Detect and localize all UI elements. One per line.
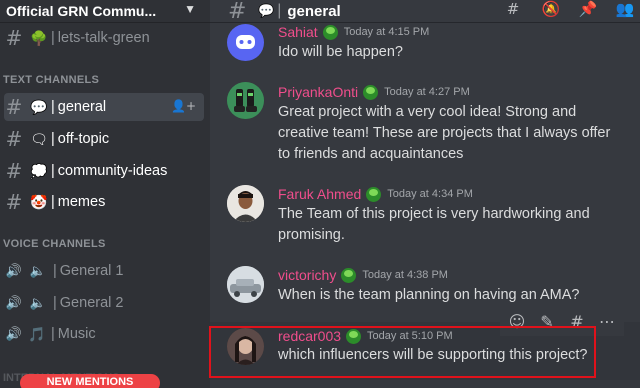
channel-label: community-ideas bbox=[57, 163, 168, 179]
avatar[interactable] bbox=[227, 82, 264, 119]
hash-icon: # bbox=[228, 0, 247, 24]
speaker-icon: 🔊 bbox=[5, 295, 23, 311]
hash-icon: # bbox=[5, 190, 23, 214]
channel-label: Music bbox=[57, 326, 96, 342]
channel-label: off-topic bbox=[57, 131, 110, 147]
channel-sidebar: Official GRN Commu... ▼ # 🌳 | lets-talk-… bbox=[0, 0, 210, 388]
boots-avatar-icon bbox=[227, 82, 264, 119]
person-avatar-icon bbox=[227, 185, 264, 222]
hash-icon: # bbox=[5, 95, 23, 119]
tree-badge-icon bbox=[366, 186, 382, 202]
server-header[interactable]: Official GRN Commu... ▼ bbox=[0, 0, 210, 22]
message-text: The Team of this project is very hardwor… bbox=[278, 206, 590, 243]
tree-badge-icon bbox=[363, 84, 379, 100]
channel-lets-talk-green[interactable]: # 🌳 | lets-talk-green bbox=[4, 24, 204, 52]
new-mentions-button[interactable]: NEW MENTIONS bbox=[20, 374, 160, 388]
message-text: When is the team planning on having an A… bbox=[278, 287, 580, 303]
voice-channel-general-1[interactable]: 🔊 🔈 | General 1 bbox=[4, 257, 204, 285]
channel-general[interactable]: # 💬 | general 👤+ bbox=[4, 93, 204, 121]
timestamp: Today at 4:27 PM bbox=[384, 86, 470, 98]
speaker-icon: 🔊 bbox=[5, 263, 23, 279]
channel-header: # 💬 | general # 🔕 📌 👥 bbox=[210, 0, 640, 24]
thought-bubble-emoji: 💭 bbox=[30, 162, 48, 179]
add-user-icon[interactable]: 👤+ bbox=[171, 99, 196, 113]
hash-icon: # bbox=[5, 127, 23, 151]
avatar[interactable] bbox=[227, 266, 264, 303]
timestamp: Today at 4:38 PM bbox=[362, 269, 448, 281]
channel-label: lets-talk-green bbox=[57, 30, 150, 46]
category-text-channels[interactable]: TEXT CHANNELS bbox=[3, 74, 99, 86]
threads-icon[interactable]: # bbox=[502, 0, 524, 20]
separator: | bbox=[51, 131, 55, 147]
voice-channel-general-2[interactable]: 🔊 🔈 | General 2 bbox=[4, 289, 204, 317]
message-meta: Sahiat Today at 4:15 PM bbox=[278, 24, 429, 40]
pin-icon[interactable]: 📌 bbox=[577, 0, 599, 20]
left-speech-bubble-emoji: 🗨 bbox=[30, 130, 48, 147]
separator: | bbox=[277, 2, 282, 19]
username[interactable]: PriyankaOnti bbox=[278, 84, 358, 100]
message-text: Ido will be happen? bbox=[278, 44, 403, 60]
discord-logo-icon bbox=[236, 35, 255, 49]
speaker-icon: 🔈 bbox=[29, 263, 47, 279]
hash-icon: # bbox=[5, 26, 23, 50]
hash-icon: # bbox=[5, 159, 23, 183]
tree-badge-icon bbox=[322, 24, 338, 40]
message-text: Great project with a very cool idea! Str… bbox=[278, 104, 611, 162]
channel-title: general bbox=[287, 2, 341, 20]
channel-label: General 2 bbox=[59, 295, 124, 311]
username[interactable]: victorichy bbox=[278, 267, 336, 283]
mute-bell-icon[interactable]: 🔕 bbox=[540, 0, 562, 20]
separator: | bbox=[53, 295, 57, 311]
chevron-down-icon[interactable]: ▼ bbox=[184, 2, 196, 16]
server-name: Official GRN Commu... bbox=[6, 3, 157, 19]
speech-bubble-emoji: 💬 bbox=[30, 98, 48, 115]
avatar[interactable] bbox=[227, 185, 264, 222]
clown-emoji: 🤡 bbox=[30, 193, 48, 210]
car-avatar-icon bbox=[227, 266, 264, 303]
message-sahiat[interactable]: Sahiat Today at 4:15 PM Ido will be happ… bbox=[210, 22, 640, 67]
tree-emoji: 🌳 bbox=[30, 29, 48, 46]
separator: | bbox=[51, 326, 55, 342]
tree-badge-icon bbox=[341, 267, 357, 283]
separator: | bbox=[51, 30, 55, 46]
speaker-icon: 🔊 bbox=[5, 326, 23, 342]
message-meta: Faruk Ahmed Today at 4:34 PM bbox=[278, 186, 473, 202]
speaker-icon: 🔈 bbox=[29, 295, 47, 311]
channel-memes[interactable]: # 🤡 | memes bbox=[4, 188, 204, 216]
username[interactable]: Sahiat bbox=[278, 24, 318, 40]
avatar[interactable] bbox=[227, 24, 264, 61]
category-voice-channels[interactable]: VOICE CHANNELS bbox=[3, 238, 106, 250]
music-notes-emoji: 🎵 bbox=[28, 325, 46, 342]
speech-bubble-emoji: 💬 bbox=[258, 3, 275, 18]
voice-channel-music[interactable]: 🔊 🎵 | Music bbox=[4, 320, 204, 348]
timestamp: Today at 4:15 PM bbox=[343, 26, 430, 38]
channel-label: memes bbox=[57, 194, 106, 210]
timestamp: Today at 4:34 PM bbox=[387, 188, 473, 200]
channel-label: general bbox=[57, 99, 107, 115]
message-meta: PriyankaOnti Today at 4:27 PM bbox=[278, 84, 470, 100]
separator: | bbox=[51, 194, 55, 210]
more-options-icon[interactable]: ⋯ bbox=[596, 312, 618, 334]
separator: | bbox=[53, 263, 57, 279]
channel-community-ideas[interactable]: # 💭 | community-ideas bbox=[4, 157, 204, 185]
channel-off-topic[interactable]: # 🗨 | off-topic bbox=[4, 125, 204, 153]
highlight-box bbox=[209, 326, 596, 378]
members-icon[interactable]: 👥 bbox=[614, 0, 636, 20]
separator: | bbox=[51, 99, 55, 115]
channel-label: General 1 bbox=[59, 263, 124, 279]
message-meta: victorichy Today at 4:38 PM bbox=[278, 267, 448, 283]
separator: | bbox=[51, 163, 55, 179]
username[interactable]: Faruk Ahmed bbox=[278, 186, 361, 202]
